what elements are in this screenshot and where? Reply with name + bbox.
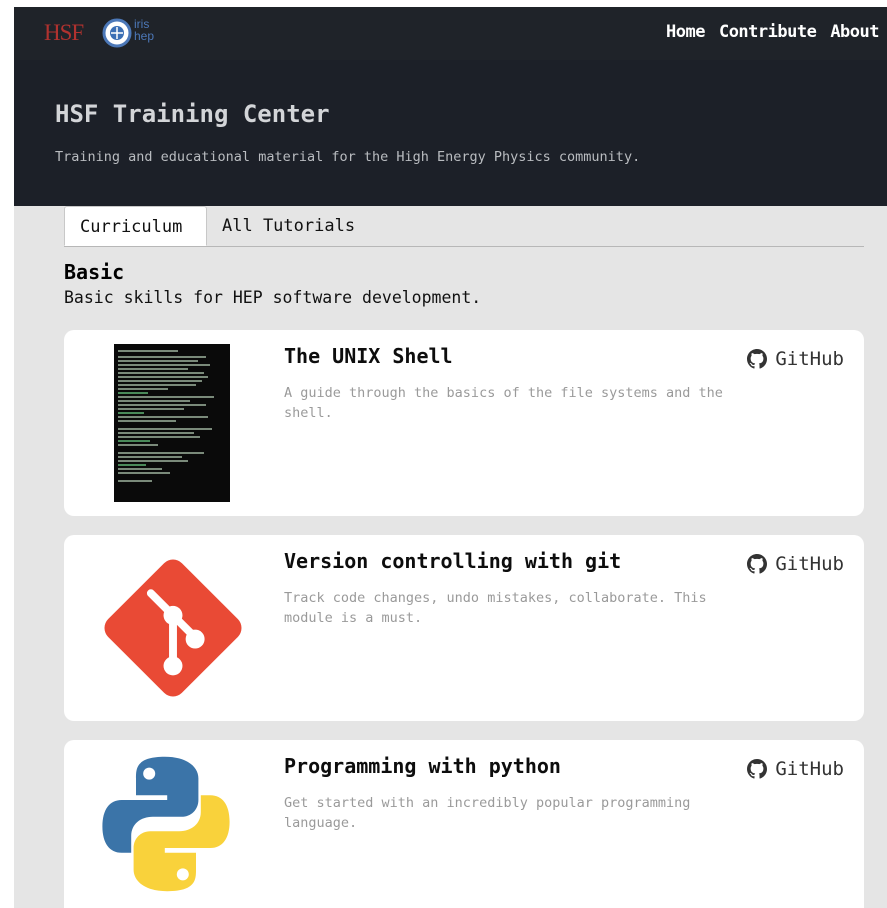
page-subtitle: Training and educational material for th… (55, 149, 641, 165)
python-logo-icon (102, 756, 230, 892)
github-link-label[interactable]: GitHub (775, 553, 844, 575)
card-description: Track code changes, undo mistakes, colla… (284, 590, 707, 626)
github-icon (747, 349, 768, 369)
github-link[interactable]: GitHub (747, 758, 844, 780)
github-icon (747, 759, 768, 779)
git-logo-icon (104, 559, 242, 697)
github-link[interactable]: GitHub (747, 348, 844, 370)
github-link-label[interactable]: GitHub (775, 758, 844, 780)
navbar: HSF iris hep Home Contribute About (14, 7, 887, 60)
tutorial-card-git[interactable]: Version controlling with git Track code … (64, 535, 864, 721)
card-description: Get started with an incredibly popular p… (284, 795, 691, 831)
page-frame: HSF iris hep Home Contribute About HSF T… (14, 7, 887, 908)
nav-link-home[interactable]: Home (666, 22, 705, 42)
card-title[interactable]: The UNIX Shell (284, 344, 453, 368)
github-link[interactable]: GitHub (747, 553, 844, 575)
terminal-screenshot-thumbnail (114, 344, 230, 502)
iris-hep-logo-text: iris hep (134, 18, 174, 42)
section-title: Basic (64, 260, 125, 284)
iris-hep-logo-icon[interactable] (102, 18, 132, 48)
nav-link-contribute[interactable]: Contribute (719, 22, 817, 42)
nav-link-about[interactable]: About (830, 22, 879, 42)
tutorial-card-python[interactable]: Programming with python Get started with… (64, 740, 864, 908)
hsf-logo[interactable]: HSF (44, 20, 84, 46)
hero-banner: HSF Training Center Training and educati… (14, 60, 887, 206)
tab-all-tutorials[interactable]: All Tutorials (207, 206, 370, 246)
card-title[interactable]: Programming with python (284, 754, 561, 778)
tutorial-card-unix-shell[interactable]: The UNIX Shell A guide through the basic… (64, 330, 864, 516)
tab-curriculum[interactable]: Curriculum (64, 206, 207, 246)
github-link-label[interactable]: GitHub (775, 348, 844, 370)
iris-logo-text-bottom: hep (134, 29, 155, 43)
github-icon (747, 554, 768, 574)
tab-bar: Curriculum All Tutorials (64, 206, 864, 247)
section-description: Basic skills for HEP software developmen… (64, 288, 482, 307)
card-description: A guide through the basics of the file s… (284, 385, 723, 421)
card-title[interactable]: Version controlling with git (284, 549, 621, 573)
nav-links: Home Contribute About (666, 22, 879, 42)
page-title: HSF Training Center (55, 100, 330, 128)
